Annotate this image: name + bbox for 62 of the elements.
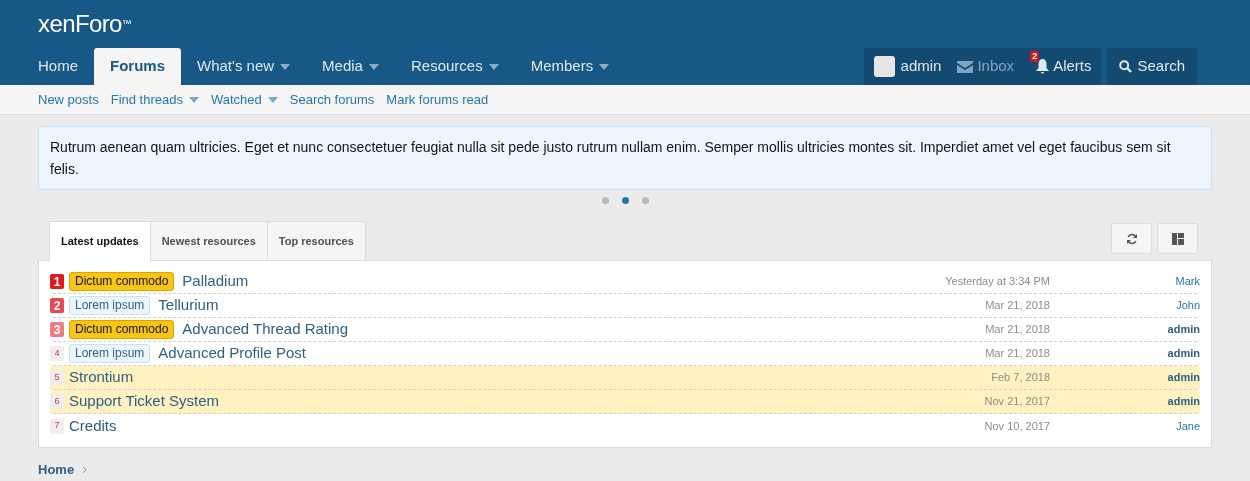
author-link[interactable]: admin — [1050, 393, 1200, 410]
breadcrumb-link[interactable]: Home — [38, 460, 75, 480]
rank-badge: 2 — [50, 298, 64, 313]
nav-tab[interactable]: Forums — [94, 48, 182, 85]
subnav-link[interactable]: Watched — [204, 89, 284, 110]
nav-tab[interactable]: Home — [22, 48, 94, 85]
resource-title[interactable]: Palladium — [182, 270, 249, 293]
resource-title[interactable]: Tellurium — [158, 294, 219, 317]
prefix-label[interactable]: Lorem ipsum — [69, 344, 151, 363]
search-icon — [1119, 60, 1133, 73]
resource-date: Nov 10, 2017 — [983, 418, 1050, 434]
prefix-label[interactable]: Dictum commodo — [69, 272, 175, 291]
resource-title[interactable]: Advanced Thread Rating — [182, 318, 349, 341]
prefix-label[interactable]: Lorem ipsum — [69, 296, 151, 315]
resource-date: Nov 21, 2017 — [983, 394, 1050, 410]
subnav-link[interactable]: New posts — [32, 89, 105, 110]
refresh-icon — [1125, 232, 1138, 245]
tab[interactable]: Latest updates — [49, 221, 151, 261]
search-button[interactable]: Search — [1107, 48, 1197, 85]
envelope-icon — [957, 60, 974, 73]
resource-date: Mar 21, 2018 — [984, 322, 1050, 338]
notice-banner: Rutrum aenean quam ultricies. Eget et nunc consectetuer feugiat nulla sit pede justo rutrum nullam enim. Semper mollis ultricies montes sit. Imperdiet amet vel eget faucibus sem sit felis. — [38, 126, 1212, 190]
author-link[interactable]: admin — [1050, 369, 1200, 386]
resource-date: Mar 21, 2018 — [984, 298, 1050, 314]
author-link[interactable]: admin — [1050, 321, 1200, 338]
rank-badge: 6 — [50, 394, 64, 409]
tab[interactable]: Newest resources — [149, 221, 268, 261]
author-link[interactable]: Mark — [1050, 273, 1200, 290]
refresh-button[interactable] — [1111, 223, 1152, 254]
bell-icon — [1036, 59, 1050, 74]
rank-badge: 3 — [50, 322, 64, 337]
prefix-label[interactable]: Dictum commodo — [69, 320, 175, 339]
author-link[interactable]: John — [1050, 297, 1200, 314]
nav-tab[interactable]: What's new — [181, 48, 307, 85]
resource-title[interactable]: Strontium — [69, 366, 134, 389]
alert-count-badge: 2 — [1030, 51, 1040, 63]
subnav-link[interactable]: Mark forums read — [380, 89, 495, 110]
rank-badge: 1 — [50, 274, 64, 289]
chevron-icon — [82, 465, 88, 474]
rank-badge: 4 — [50, 346, 64, 361]
author-link[interactable]: admin — [1050, 345, 1200, 362]
resource-title[interactable]: Advanced Profile Post — [158, 342, 306, 365]
avatar — [873, 56, 895, 77]
resource-title[interactable]: Support Ticket System — [69, 390, 220, 413]
subnav-link[interactable]: Search forums — [283, 89, 381, 110]
nav-tab[interactable]: Resources — [394, 48, 515, 85]
layout-icon — [1171, 232, 1184, 245]
logo[interactable]: xenForo$^{™}$ — [38, 10, 132, 37]
resource-date: Yesterday at 3:34 PM — [944, 274, 1050, 290]
rank-badge: 5 — [50, 370, 64, 385]
subnav-link[interactable]: Find threads — [104, 89, 205, 110]
resource-date: Mar 21, 2018 — [984, 346, 1050, 362]
account-link[interactable]: admin — [873, 55, 942, 78]
rank-badge: 7 — [50, 418, 64, 434]
nav-tab[interactable]: Members — [514, 48, 626, 85]
author-link[interactable]: Jane — [1050, 417, 1200, 435]
nav-tab[interactable]: Media — [306, 48, 395, 85]
tab[interactable]: Top resources — [266, 221, 366, 261]
resource-date: Feb 7, 2018 — [990, 370, 1050, 386]
inbox-link[interactable]: Inbox — [957, 55, 1015, 78]
resource-title[interactable]: Credits — [69, 414, 117, 438]
layout-button[interactable] — [1157, 223, 1198, 254]
